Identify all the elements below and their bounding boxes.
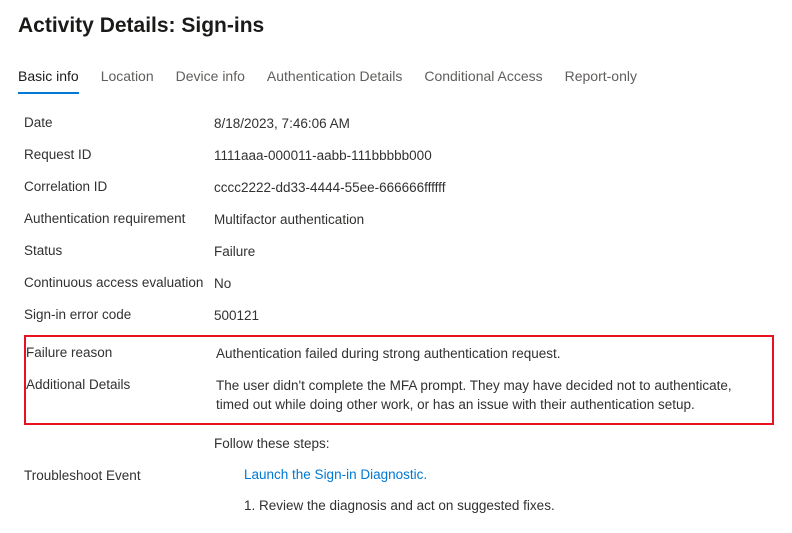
launch-diagnostic-link[interactable]: Launch the Sign-in Diagnostic.: [244, 464, 766, 487]
row-correlation-id: Correlation ID cccc2222-dd33-4444-55ee-6…: [24, 173, 774, 205]
row-cae: Continuous access evaluation No: [24, 269, 774, 301]
row-status: Status Failure: [24, 237, 774, 269]
row-failure-reason: Failure reason Authentication failed dur…: [26, 339, 772, 371]
label-additional-details: Additional Details: [26, 377, 216, 392]
tab-conditional-access[interactable]: Conditional Access: [424, 62, 542, 94]
value-error-code: 500121: [214, 307, 774, 326]
row-request-id: Request ID 1111aaa-000011-aabb-111bbbbb0…: [24, 141, 774, 173]
label-auth-requirement: Authentication requirement: [24, 211, 214, 226]
row-additional-details: Additional Details The user didn't compl…: [26, 371, 772, 421]
row-error-code: Sign-in error code 500121: [24, 301, 774, 333]
value-request-id: 1111aaa-000011-aabb-111bbbbb000: [214, 147, 774, 166]
tab-device-info[interactable]: Device info: [176, 62, 245, 94]
value-status: Failure: [214, 243, 774, 262]
label-request-id: Request ID: [24, 147, 214, 162]
label-cae: Continuous access evaluation: [24, 275, 214, 290]
label-date: Date: [24, 115, 214, 130]
value-additional-details: The user didn't complete the MFA prompt.…: [216, 377, 772, 415]
value-failure-reason: Authentication failed during strong auth…: [216, 345, 772, 364]
label-status: Status: [24, 243, 214, 258]
label-failure-reason: Failure reason: [26, 345, 216, 360]
label-troubleshoot: Troubleshoot Event: [24, 468, 214, 483]
label-error-code: Sign-in error code: [24, 307, 214, 322]
value-correlation-id: cccc2222-dd33-4444-55ee-666666ffffff: [214, 179, 774, 198]
value-cae: No: [214, 275, 774, 294]
tab-authentication-details[interactable]: Authentication Details: [267, 62, 402, 94]
row-troubleshoot: Troubleshoot Event Follow these steps: L…: [24, 427, 774, 524]
tab-location[interactable]: Location: [101, 62, 154, 94]
tab-basic-info[interactable]: Basic info: [18, 62, 79, 94]
details-panel: Date 8/18/2023, 7:46:06 AM Request ID 11…: [18, 109, 774, 524]
troubleshoot-step-1: 1. Review the diagnosis and act on sugge…: [244, 495, 766, 518]
value-date: 8/18/2023, 7:46:06 AM: [214, 115, 774, 134]
value-troubleshoot: Follow these steps: Launch the Sign-in D…: [214, 433, 774, 518]
row-date: Date 8/18/2023, 7:46:06 AM: [24, 109, 774, 141]
tabs-container: Basic info Location Device info Authenti…: [18, 62, 774, 95]
highlight-box: Failure reason Authentication failed dur…: [24, 335, 774, 425]
troubleshoot-steps-intro: Follow these steps:: [214, 433, 766, 456]
tab-report-only[interactable]: Report-only: [565, 62, 637, 94]
value-auth-requirement: Multifactor authentication: [214, 211, 774, 230]
page-title: Activity Details: Sign-ins: [18, 14, 774, 38]
row-auth-requirement: Authentication requirement Multifactor a…: [24, 205, 774, 237]
label-correlation-id: Correlation ID: [24, 179, 214, 194]
